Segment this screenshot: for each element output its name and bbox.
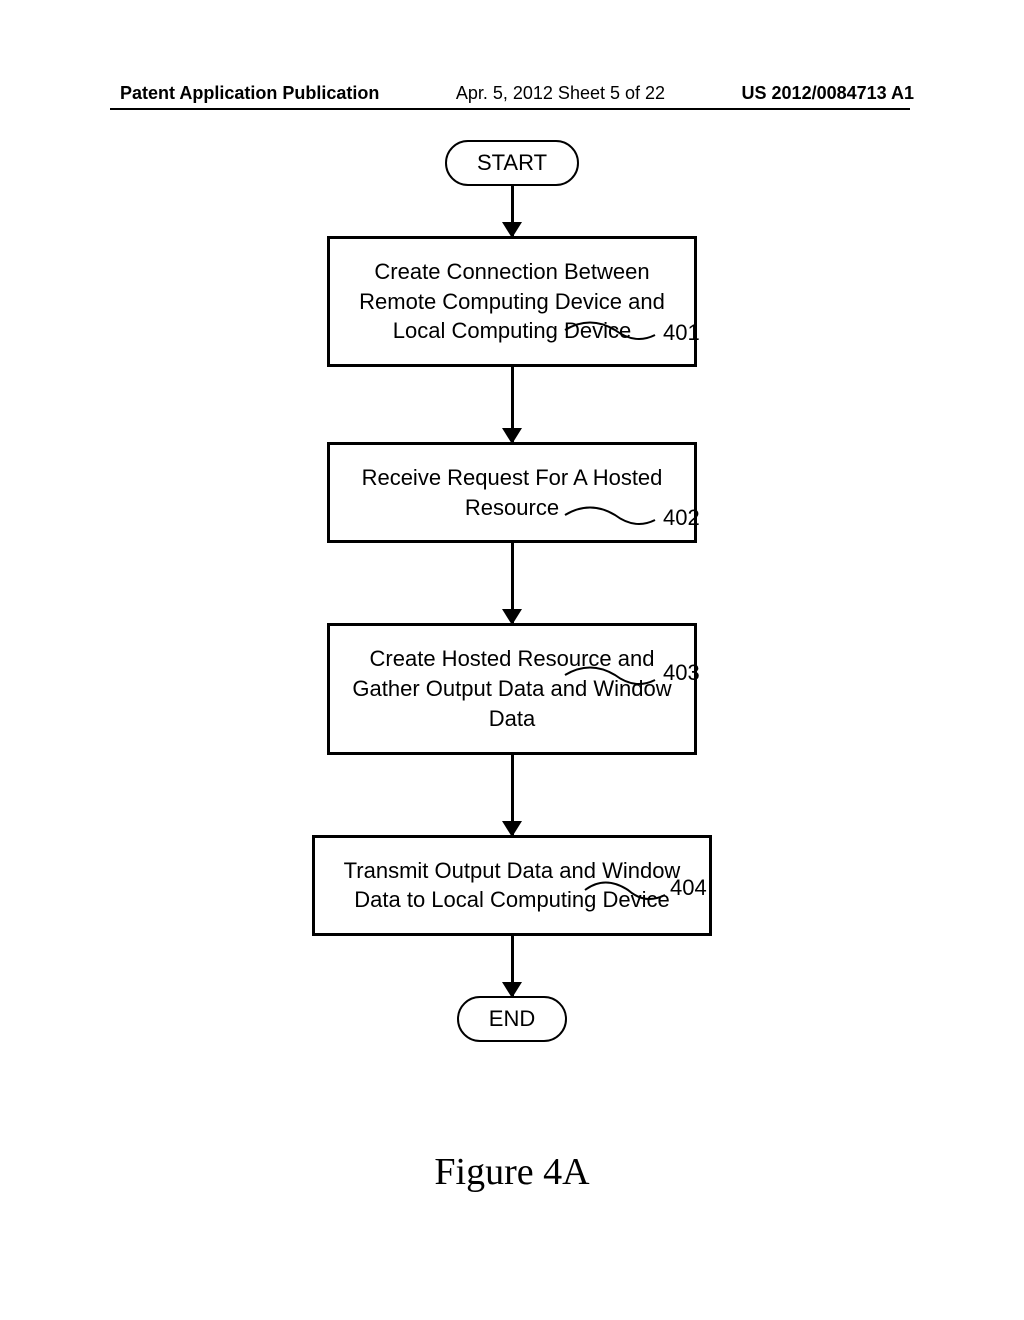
figure-label: Figure 4A: [0, 1150, 1024, 1194]
arrow: [511, 186, 514, 236]
end-terminal: END: [457, 996, 567, 1042]
callout-curve-4: [580, 870, 670, 910]
arrow: [511, 367, 514, 442]
flowchart-diagram: START Create Connection Between Remote C…: [0, 140, 1024, 1042]
arrow: [511, 755, 514, 835]
header-left: Patent Application Publication: [120, 83, 379, 104]
arrow: [511, 936, 514, 996]
start-terminal: START: [445, 140, 579, 186]
arrow: [511, 543, 514, 623]
header-center: Apr. 5, 2012 Sheet 5 of 22: [456, 83, 665, 104]
step-label-4: 404: [670, 875, 707, 901]
callout-curve-2: [560, 495, 660, 535]
header-right: US 2012/0084713 A1: [742, 83, 914, 104]
header-divider: [110, 108, 910, 110]
step-label-2: 402: [663, 505, 700, 531]
callout-curve-1: [560, 310, 660, 350]
callout-curve-3: [560, 655, 660, 695]
step-label-1: 401: [663, 320, 700, 346]
step-label-3: 403: [663, 660, 700, 686]
